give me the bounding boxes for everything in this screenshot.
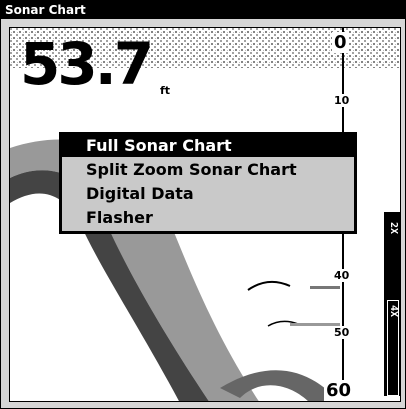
menu-item-flasher[interactable]: Flasher	[62, 207, 354, 229]
scale-label-10: 10	[332, 94, 352, 107]
fish-arch	[247, 280, 291, 291]
zoom-level-2x[interactable]: 2X	[388, 222, 399, 234]
zoom-level-4x[interactable]: 4X	[388, 305, 399, 317]
page-menu: Full Sonar Chart Split Zoom Sonar Chart …	[59, 132, 357, 234]
scale-label-0: 0	[332, 32, 349, 53]
sonar-window: Sonar Chart 53.7 ft 0 10 40 50 60 2X 4X …	[0, 0, 406, 409]
window-title: Sonar Chart	[1, 1, 405, 19]
scale-label-50: 50	[332, 326, 352, 339]
menu-item-full-sonar-chart[interactable]: Full Sonar Chart	[62, 135, 354, 157]
zoom-bar[interactable]: 2X 4X	[384, 212, 400, 396]
depth-readout: 53.7	[20, 30, 154, 98]
zoom-window[interactable]: 4X	[387, 300, 399, 396]
scale-label-40: 40	[332, 269, 352, 282]
depth-unit: ft	[160, 84, 171, 97]
menu-item-split-zoom-sonar-chart[interactable]: Split Zoom Sonar Chart	[62, 159, 354, 181]
scale-label-60: 60	[324, 380, 354, 401]
menu-item-digital-data[interactable]: Digital Data	[62, 183, 354, 205]
